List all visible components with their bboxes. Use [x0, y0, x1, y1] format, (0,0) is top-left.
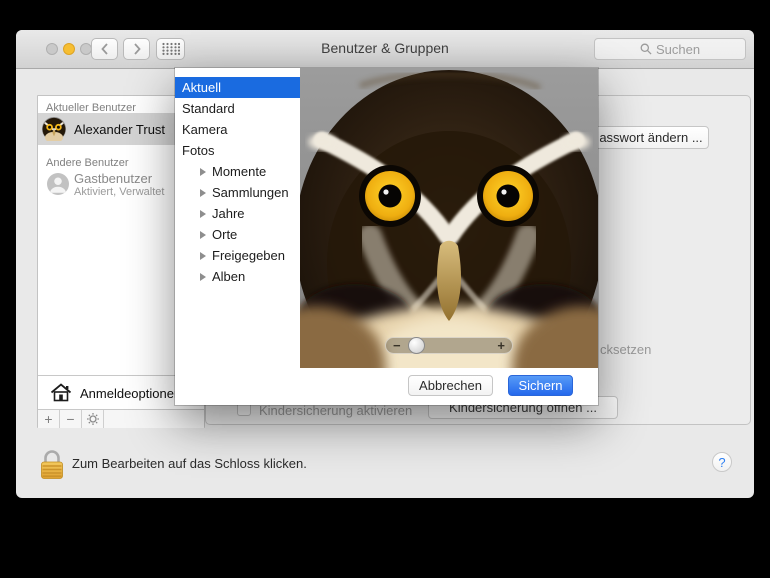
- source-item-momente[interactable]: Momente: [175, 161, 300, 182]
- save-label: Sichern: [518, 378, 563, 393]
- owl-right-eye: [477, 165, 539, 227]
- title-bar: Benutzer & Gruppen Suchen: [16, 30, 754, 69]
- question-mark-icon: ?: [718, 454, 726, 470]
- source-item-aktuell[interactable]: Aktuell: [175, 77, 300, 98]
- disclosure-triangle-icon[interactable]: [200, 188, 206, 197]
- search-placeholder: Suchen: [655, 41, 701, 57]
- source-item-label: Freigegeben: [212, 248, 285, 263]
- lock-hint-text: Zum Bearbeiten auf das Schloss klicken.: [72, 456, 307, 471]
- plus-icon: +: [44, 411, 53, 427]
- source-item-label: Alben: [212, 269, 246, 284]
- source-item-jahre[interactable]: Jahre: [175, 203, 300, 224]
- gear-icon: [86, 413, 99, 425]
- disclosure-triangle-icon[interactable]: [200, 272, 206, 281]
- image-zoom-slider[interactable]: − +: [385, 337, 513, 354]
- guest-user-name: Gastbenutzer: [74, 171, 153, 186]
- lock-icon[interactable]: [40, 448, 64, 480]
- parental-controls-checkbox-label: Kindersicherung aktivieren: [259, 403, 413, 418]
- current-user-name: Alexander Trust: [74, 122, 166, 137]
- cancel-label: Abbrechen: [419, 378, 482, 393]
- source-item-standard[interactable]: Standard: [175, 98, 300, 119]
- source-item-freigegeben[interactable]: Freigegeben: [175, 245, 300, 266]
- change-password-button[interactable]: asswort ändern ...: [593, 126, 709, 149]
- guest-user-status: Aktiviert, Verwaltet: [74, 186, 165, 198]
- zoom-slider-thumb[interactable]: [408, 337, 425, 354]
- source-item-label: Orte: [212, 227, 238, 242]
- search-input[interactable]: Suchen: [594, 38, 746, 60]
- source-item-label: Fotos: [182, 143, 215, 158]
- source-item-label: Sammlungen: [212, 185, 289, 200]
- source-item-fotos[interactable]: Fotos: [175, 140, 300, 161]
- guest-avatar: [47, 173, 69, 195]
- avatar-picker-popover: Aktuell Standard Kamera Fotos Momente Sa…: [175, 68, 598, 405]
- disclosure-triangle-icon[interactable]: [200, 209, 206, 218]
- zoom-in-icon[interactable]: +: [497, 338, 505, 353]
- source-item-label: Momente: [212, 164, 267, 179]
- save-button[interactable]: Sichern: [508, 375, 573, 396]
- search-icon: [640, 43, 652, 55]
- avatar-source-list: Aktuell Standard Kamera Fotos Momente Sa…: [175, 68, 300, 405]
- source-item-label: Standard: [182, 101, 235, 116]
- reset-text-fragment: cksetzen: [600, 342, 652, 357]
- source-item-label: Jahre: [212, 206, 245, 221]
- source-item-kamera[interactable]: Kamera: [175, 119, 300, 140]
- owl-photo: [300, 68, 598, 368]
- cancel-button[interactable]: Abbrechen: [408, 375, 493, 396]
- disclosure-triangle-icon[interactable]: [200, 167, 206, 176]
- other-users-section-header: Andere Benutzer: [46, 157, 129, 169]
- owl-left-eye: [359, 165, 421, 227]
- disclosure-triangle-icon[interactable]: [200, 230, 206, 239]
- actions-button[interactable]: [82, 410, 104, 428]
- add-user-button[interactable]: +: [38, 410, 60, 428]
- avatar-preview-image: − +: [300, 68, 598, 368]
- user-list-toolbar: + −: [38, 409, 204, 428]
- source-item-label: Kamera: [182, 122, 228, 137]
- popover-button-bar: Abbrechen Sichern: [300, 368, 598, 405]
- change-password-label: asswort ändern ...: [599, 130, 703, 145]
- help-button[interactable]: ?: [712, 452, 732, 472]
- source-item-label: Aktuell: [182, 80, 222, 95]
- users-groups-window: Benutzer & Gruppen Suchen asswort ändern…: [16, 30, 754, 498]
- login-options-label: Anmeldeoptionen: [80, 386, 182, 401]
- home-icon: [50, 383, 72, 402]
- owl-avatar: [42, 117, 66, 141]
- source-item-sammlungen[interactable]: Sammlungen: [175, 182, 300, 203]
- source-item-alben[interactable]: Alben: [175, 266, 300, 287]
- remove-user-button[interactable]: −: [60, 410, 82, 428]
- minus-icon: −: [66, 411, 75, 427]
- disclosure-triangle-icon[interactable]: [200, 251, 206, 260]
- zoom-out-icon[interactable]: −: [393, 338, 401, 353]
- source-item-orte[interactable]: Orte: [175, 224, 300, 245]
